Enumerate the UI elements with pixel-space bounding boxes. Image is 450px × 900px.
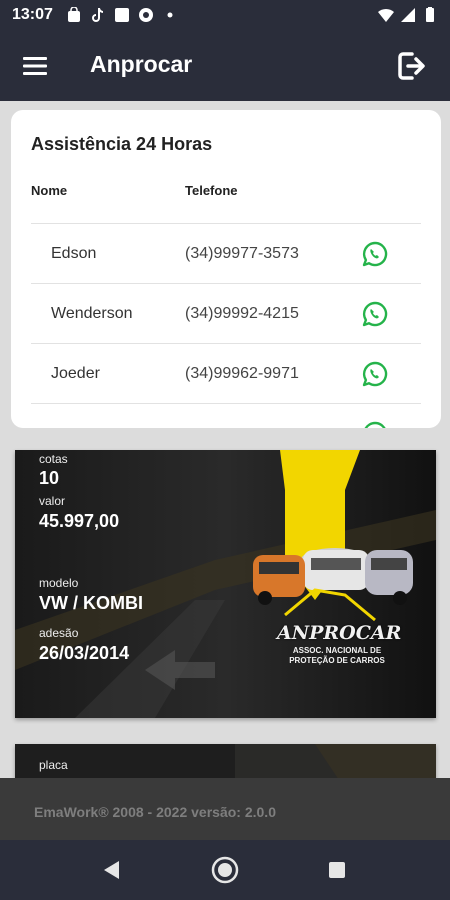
signal-icon xyxy=(401,8,415,22)
back-button[interactable] xyxy=(98,856,126,884)
system-icons xyxy=(378,7,438,23)
dot-icon xyxy=(167,12,173,18)
notification-icons xyxy=(66,7,178,23)
column-header-name: Nome xyxy=(31,183,68,198)
home-icon xyxy=(211,856,239,884)
tiktok-icon xyxy=(92,7,104,22)
menu-icon xyxy=(23,57,47,75)
wifi-icon xyxy=(378,8,394,22)
modelo-value: VW / KOMBI xyxy=(39,593,143,613)
recents-button[interactable] xyxy=(323,856,351,884)
cotas-value: 10 xyxy=(39,468,60,488)
placa-label: placa xyxy=(39,758,68,772)
contact-phone[interactable]: (34)99992-4215 xyxy=(185,305,299,323)
menu-button[interactable] xyxy=(20,51,50,81)
shop-bag-icon xyxy=(68,7,80,22)
contact-row: Joeder (34)99962-9971 xyxy=(31,343,421,403)
system-navigation-bar xyxy=(0,840,450,900)
contact-phone[interactable]: (34)99977-3573 xyxy=(185,245,299,263)
square-app-icon xyxy=(115,8,129,22)
vehicle-card[interactable]: cotas 10 valor 45.997,00 modelo VW / KOM… xyxy=(15,450,436,718)
browser-icon xyxy=(139,8,153,22)
valor-value: 45.997,00 xyxy=(39,511,120,531)
cotas-label: cotas xyxy=(39,452,68,466)
second-card-background xyxy=(15,744,436,778)
contact-row: Wenderson (34)99992-4215 xyxy=(31,283,421,343)
contact-name: Edson xyxy=(51,245,97,262)
logo-subtext: ASSOC. NACIONAL DE PROTEÇÃO DE CARROS xyxy=(289,646,385,665)
app-bar: Anprocar xyxy=(0,31,450,101)
second-vehicle-card[interactable]: placa xyxy=(15,744,436,778)
whatsapp-icon[interactable] xyxy=(362,241,388,267)
back-icon xyxy=(104,861,119,879)
adesao-label: adesão xyxy=(39,626,79,640)
contact-name: Joeder xyxy=(51,365,100,382)
logo-text: ANPROCAR xyxy=(277,622,402,644)
whatsapp-icon[interactable] xyxy=(362,421,388,428)
contact-row: Edson (34)99977-3573 xyxy=(31,223,421,283)
contact-row-partial xyxy=(31,403,421,428)
logout-button[interactable] xyxy=(396,49,430,83)
assistance-card: Assistência 24 Horas Nome Telefone Edson… xyxy=(11,110,441,428)
contact-phone[interactable]: (34)99962-9971 xyxy=(185,365,299,383)
anprocar-logo: ANPROCAR ASSOC. NACIONAL DE PROTEÇÃO DE … xyxy=(277,622,402,666)
footer-version-text: EmaWork® 2008 - 2022 versão: 2.0.0 xyxy=(34,804,276,820)
content-area[interactable]: Assistência 24 Horas Nome Telefone Edson… xyxy=(0,101,450,778)
battery-icon xyxy=(426,7,434,22)
recents-icon xyxy=(329,862,345,878)
contact-list: Edson (34)99977-3573 Wenderson (34)99992… xyxy=(31,223,421,428)
status-bar: 13:07 xyxy=(0,0,450,31)
column-header-phone: Telefone xyxy=(185,183,238,198)
logout-icon xyxy=(398,52,425,80)
whatsapp-icon[interactable] xyxy=(362,361,388,387)
status-time: 13:07 xyxy=(12,6,53,23)
app-title: Anprocar xyxy=(90,51,193,77)
assistance-title: Assistência 24 Horas xyxy=(31,134,213,154)
adesao-value: 26/03/2014 xyxy=(39,643,130,663)
whatsapp-icon[interactable] xyxy=(362,301,388,327)
valor-label: valor xyxy=(39,494,66,508)
modelo-label: modelo xyxy=(39,576,79,590)
contact-name: Wenderson xyxy=(51,305,133,322)
home-button[interactable] xyxy=(211,856,239,884)
footer: EmaWork® 2008 - 2022 versão: 2.0.0 xyxy=(0,778,450,840)
